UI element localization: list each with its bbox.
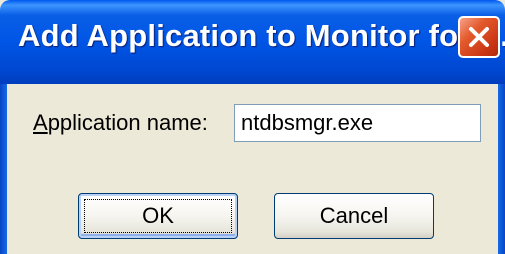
window-title: Add Application to Monitor for E... (18, 18, 505, 53)
label-text: pplication name: (47, 110, 208, 135)
ok-button[interactable]: OK (78, 193, 238, 239)
window-frame-right (498, 84, 505, 254)
dialog-window: Add Application to Monitor for E... Appl… (0, 0, 505, 254)
application-name-input[interactable]: ntdbsmgr.exe (234, 104, 481, 142)
cancel-button[interactable]: Cancel (274, 193, 434, 239)
window-frame-left (0, 84, 7, 254)
label-accelerator-key: A (33, 110, 48, 135)
title-bar[interactable]: Add Application to Monitor for E... (0, 0, 505, 84)
application-name-label: Application name: (33, 110, 208, 136)
close-icon (469, 27, 489, 47)
dialog-client-area: Application name: ntdbsmgr.exe OK Cancel (7, 84, 498, 254)
close-button[interactable] (458, 16, 500, 58)
